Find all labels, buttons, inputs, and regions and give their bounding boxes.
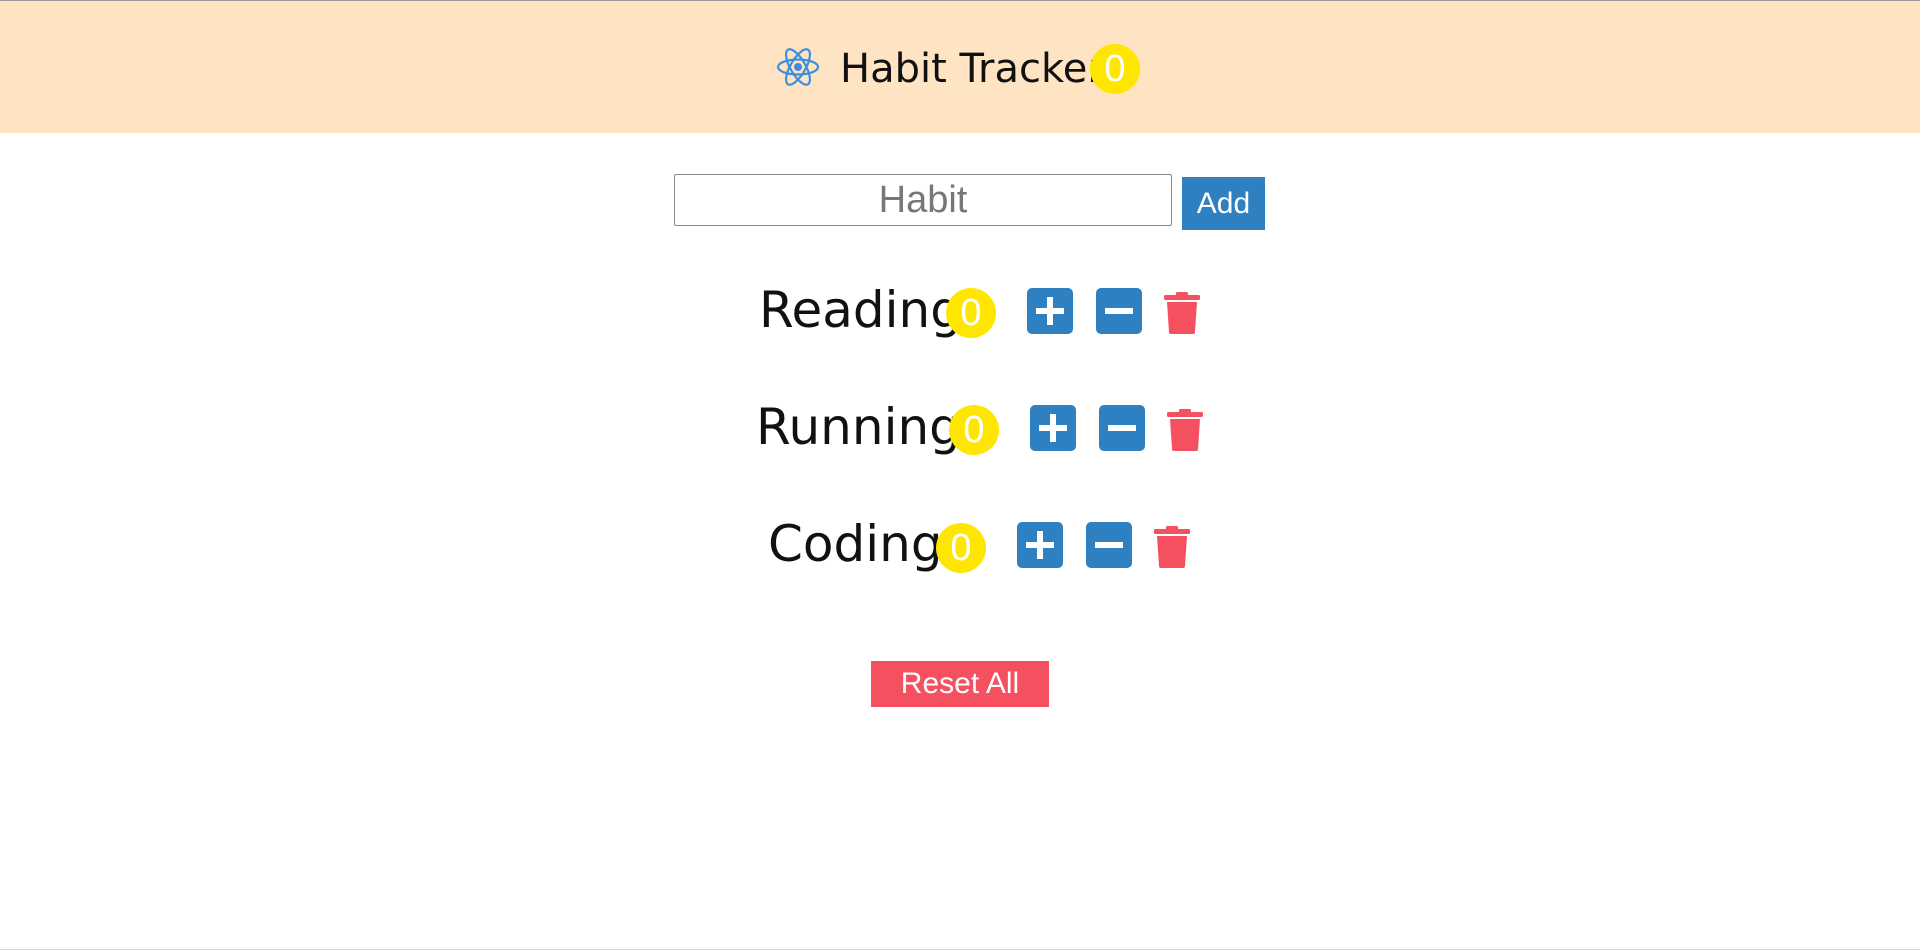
decrease-button[interactable] xyxy=(1099,405,1145,451)
plus-square-icon xyxy=(1036,297,1064,325)
increase-button[interactable] xyxy=(1030,405,1076,451)
trash-icon xyxy=(1167,409,1203,451)
habit-name: Coding xyxy=(768,515,943,573)
plus-square-icon xyxy=(1039,414,1067,442)
app-title: Habit Tracker xyxy=(840,46,1104,92)
habit-name: Reading xyxy=(759,281,962,339)
delete-button[interactable] xyxy=(1162,291,1202,335)
habit-name: Running xyxy=(756,398,961,456)
habit-count-badge: 0 xyxy=(946,288,996,338)
habit-count-badge: 0 xyxy=(936,523,986,573)
bottom-border xyxy=(0,949,1920,950)
habit-tracker-app: Habit Tracker 0 Add Reading 0 Ru xyxy=(0,0,1920,952)
minus-square-icon xyxy=(1095,542,1123,548)
react-atom-icon xyxy=(776,45,820,89)
increase-button[interactable] xyxy=(1027,288,1073,334)
navbar: Habit Tracker 0 xyxy=(0,1,1920,133)
habit-input[interactable] xyxy=(674,174,1172,226)
total-count-badge: 0 xyxy=(1090,44,1140,94)
increase-button[interactable] xyxy=(1017,522,1063,568)
trash-icon xyxy=(1164,292,1200,334)
minus-square-icon xyxy=(1105,308,1133,314)
delete-button[interactable] xyxy=(1152,525,1192,569)
decrease-button[interactable] xyxy=(1086,522,1132,568)
trash-icon xyxy=(1154,526,1190,568)
minus-square-icon xyxy=(1108,425,1136,431)
reset-all-button[interactable]: Reset All xyxy=(871,661,1049,707)
habit-count-badge: 0 xyxy=(949,405,999,455)
add-button[interactable]: Add xyxy=(1182,177,1265,230)
decrease-button[interactable] xyxy=(1096,288,1142,334)
plus-square-icon xyxy=(1026,531,1054,559)
delete-button[interactable] xyxy=(1165,408,1205,452)
